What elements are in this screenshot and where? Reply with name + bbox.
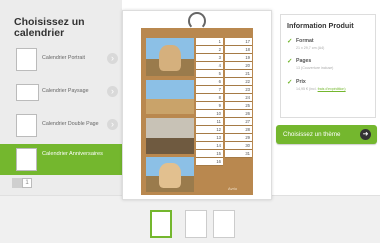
calendar-day-row: 19 [225, 54, 252, 62]
calendar-day-row: 2 [196, 46, 223, 54]
calendar-day-row: 16 [196, 158, 223, 166]
calendar-day-row: 26 [225, 110, 252, 118]
calendar-photo-2 [146, 80, 194, 114]
choose-theme-label: Choisissez un thème [283, 131, 341, 138]
calendar-type-label: Calendrier Anniversaires [42, 151, 103, 157]
chevron-right-icon: › [107, 86, 118, 97]
pages-value: 13 (Couverture incluse) [296, 66, 334, 70]
calendar-day-row: 14 [196, 142, 223, 150]
calendar-double-page-thumbnail [16, 114, 37, 137]
calendar-day-row: 25 [225, 102, 252, 110]
calendar-hanger [188, 12, 206, 30]
calendar-day-row: 20 [225, 62, 252, 70]
calendar-anniversaires-thumbnail [16, 148, 37, 171]
calendar-brand: Avrio [228, 186, 238, 191]
calendar-day-column-right: 17 18 19 20 21 22 23 24 25 26 27 28 29 30 31 [225, 38, 252, 158]
calendar-day-row: 4 [196, 62, 223, 70]
calendar-day-row: 24 [225, 94, 252, 102]
calendar-type-portrait[interactable]: Calendrier Portrait › [0, 46, 122, 74]
prix-label: Prix [296, 79, 306, 85]
calendar-paysage-thumbnail [16, 84, 39, 101]
calendar-type-paysage[interactable]: Calendrier Paysage › [0, 79, 122, 107]
format-label: Format [296, 38, 314, 44]
calendar-day-row: 7 [196, 86, 223, 94]
calendar-day-row: 28 [225, 126, 252, 134]
calendar-day-row: 18 [225, 46, 252, 54]
prix-value: 14,95 € (incl. frais d'expédition) [296, 87, 346, 91]
shipping-link[interactable]: frais d'expédition) [318, 87, 346, 91]
check-icon: ✓ [287, 38, 293, 45]
page-title: Choisissez un calendrier [14, 16, 85, 39]
calendar-photo-3 [146, 118, 194, 154]
calendar-day-row: 29 [225, 134, 252, 142]
pager-prev-button[interactable] [12, 178, 22, 188]
calendar-day-row: 8 [196, 94, 223, 102]
calendar-day-row: 23 [225, 86, 252, 94]
choose-theme-button[interactable]: Choisissez un thème ➜ [276, 125, 377, 144]
calendar-type-label: Calendrier Double Page [42, 121, 99, 127]
product-info-title: Information Produit [287, 21, 354, 30]
calendar-day-row: 13 [196, 134, 223, 142]
pager-page-box[interactable]: 1 [22, 178, 32, 188]
page-thumbnail-3[interactable] [213, 210, 235, 238]
calendar-day-row: 11 [196, 118, 223, 126]
page-thumbnail-2[interactable] [185, 210, 207, 238]
calendar-day-row: 30 [225, 142, 252, 150]
pages-label: Pages [296, 58, 312, 64]
check-icon: ✓ [287, 79, 293, 86]
calendar-type-anniversaires[interactable]: Calendrier Anniversaires [0, 144, 122, 175]
calendar-type-label: Calendrier Portrait [42, 55, 85, 61]
product-info-panel: Information Produit ✓ Format 21 x 29,7 c… [280, 14, 376, 118]
chevron-right-icon: › [107, 119, 118, 130]
calendar-day-row: 1 [196, 38, 223, 46]
arrow-right-icon: ➜ [360, 129, 371, 140]
check-icon: ✓ [287, 58, 293, 65]
calendar-day-row: 5 [196, 70, 223, 78]
calendar-day-row: 27 [225, 118, 252, 126]
calendar-portrait-thumbnail [16, 48, 37, 71]
calendar-day-row: 21 [225, 70, 252, 78]
calendar-type-double-page[interactable]: Calendrier Double Page › [0, 112, 122, 140]
chevron-right-icon: › [107, 53, 118, 64]
calendar-day-row: 9 [196, 102, 223, 110]
page-thumbnail-1[interactable] [150, 210, 172, 238]
prix-amount: 14,95 € (incl. [296, 87, 317, 91]
calendar-day-row: 3 [196, 54, 223, 62]
calendar-day-column-left: 1 2 3 4 5 6 7 8 9 10 11 12 13 14 15 16 [196, 38, 223, 166]
calendar-day-row: 15 [196, 150, 223, 158]
calendar-day-row: 17 [225, 38, 252, 46]
calendar-day-row: 12 [196, 126, 223, 134]
format-value: 21 x 29,7 cm (A4) [296, 46, 325, 50]
calendar-type-label: Calendrier Paysage [42, 88, 89, 94]
calendar-day-row: 22 [225, 78, 252, 86]
calendar-day-row: 6 [196, 78, 223, 86]
calendar-day-row: 31 [225, 150, 252, 158]
calendar-photo-4 [146, 157, 194, 192]
calendar-photo-1 [146, 38, 194, 76]
calendar-day-row: 10 [196, 110, 223, 118]
